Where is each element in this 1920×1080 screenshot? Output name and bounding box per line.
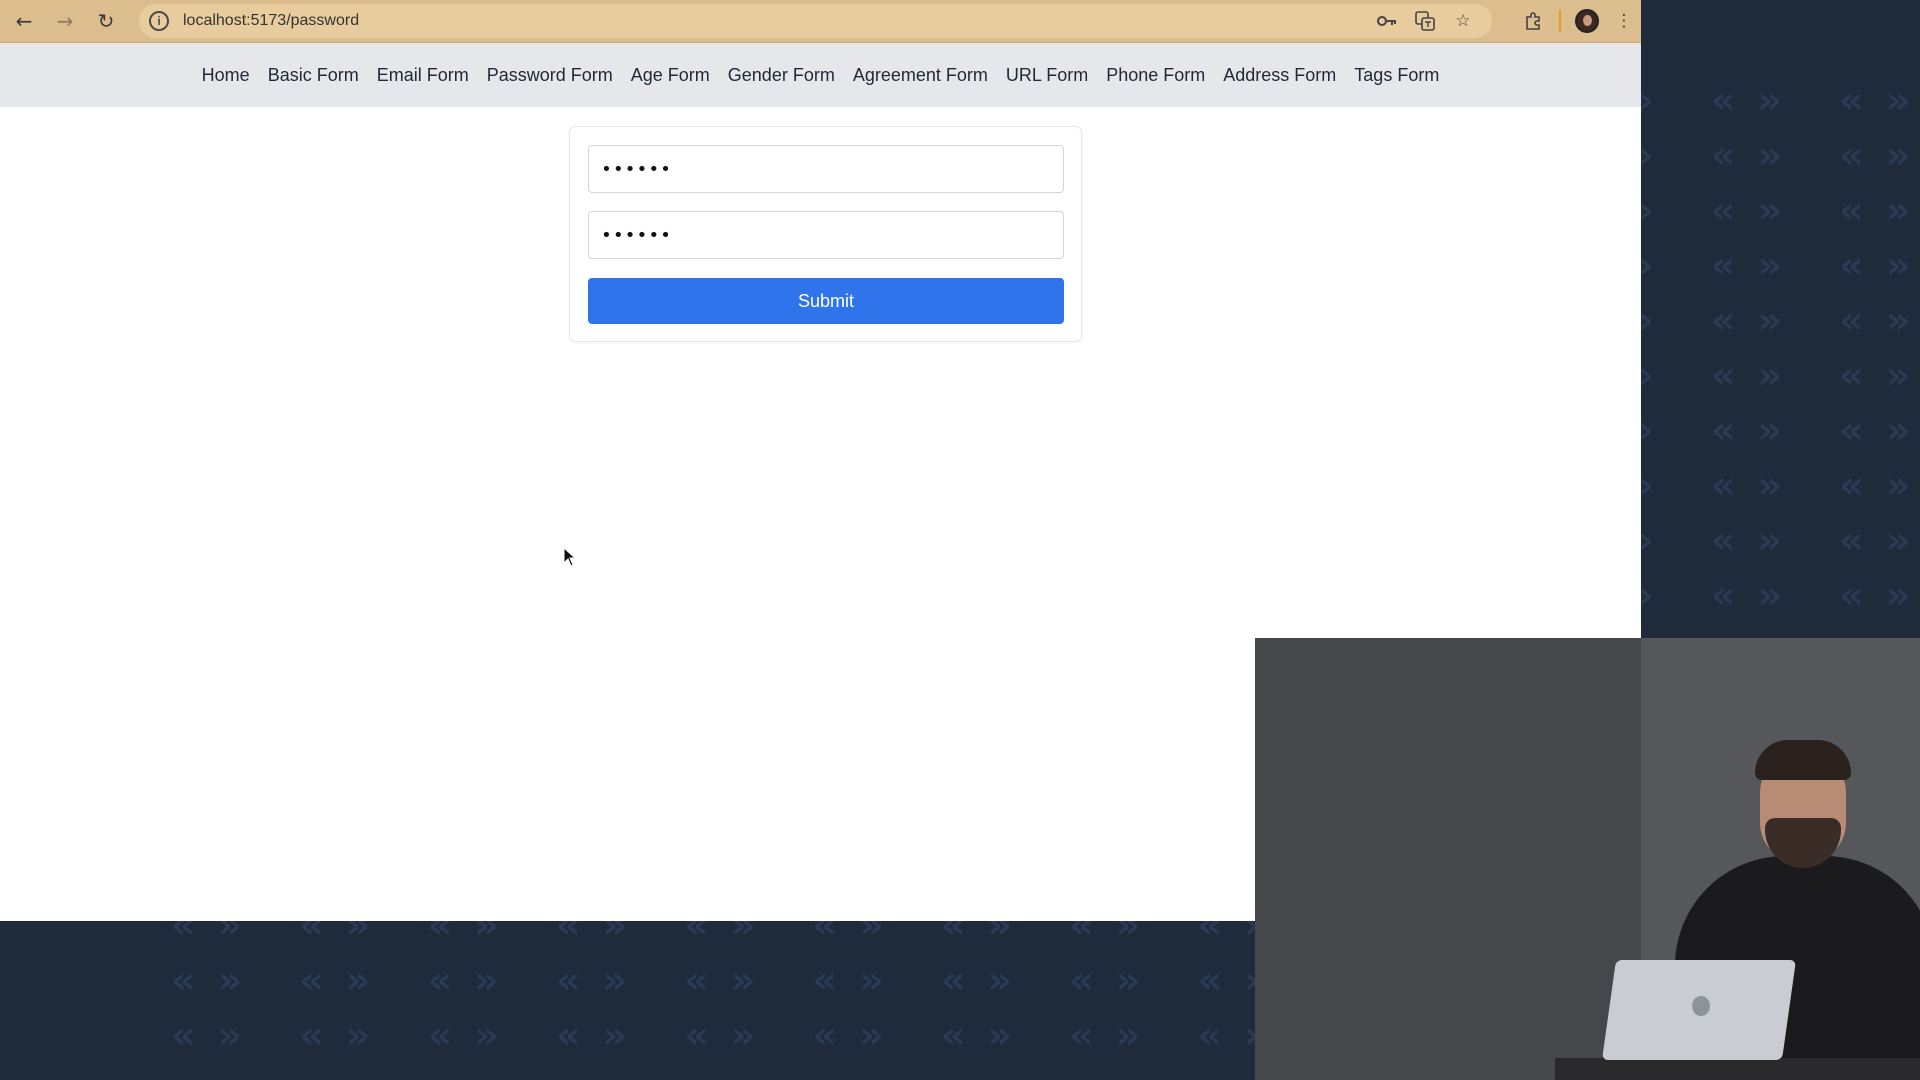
browser-toolbar: ← → ↻ i localhost:5173/password ☆ ⋮ [0, 0, 1641, 43]
extensions-icon[interactable] [1523, 10, 1545, 32]
nav-tags-form[interactable]: Tags Form [1345, 65, 1448, 86]
nav-password-form[interactable]: Password Form [478, 65, 622, 86]
nav-phone-form[interactable]: Phone Form [1097, 65, 1214, 86]
nav-address-form[interactable]: Address Form [1214, 65, 1345, 86]
address-bar[interactable]: i localhost:5173/password ☆ [139, 4, 1492, 38]
info-icon[interactable]: i [149, 11, 169, 31]
password-field[interactable] [588, 145, 1064, 193]
forward-icon[interactable]: → [49, 5, 81, 37]
submit-button[interactable]: Submit [588, 278, 1064, 324]
translate-icon[interactable] [1414, 10, 1436, 32]
star-icon[interactable]: ☆ [1452, 10, 1474, 32]
webcam-overlay [1255, 638, 1920, 1080]
laptop-logo-icon [1692, 996, 1710, 1016]
password-form-card: Submit [569, 126, 1082, 342]
nav-gender-form[interactable]: Gender Form [719, 65, 844, 86]
main-nav: Home Basic Form Email Form Password Form… [0, 43, 1641, 107]
confirm-password-field[interactable] [588, 211, 1064, 259]
url-text[interactable]: localhost:5173/password [183, 12, 359, 30]
menu-dots-icon[interactable]: ⋮ [1613, 10, 1635, 32]
nav-home[interactable]: Home [193, 65, 259, 86]
nav-email-form[interactable]: Email Form [368, 65, 478, 86]
desk [1555, 1058, 1920, 1080]
nav-url-form[interactable]: URL Form [997, 65, 1097, 86]
nav-age-form[interactable]: Age Form [622, 65, 719, 86]
toolbar-separator [1559, 10, 1561, 32]
profile-avatar[interactable] [1575, 9, 1599, 33]
reload-icon[interactable]: ↻ [90, 5, 122, 37]
key-icon[interactable] [1376, 10, 1398, 32]
back-icon[interactable]: ← [8, 5, 40, 37]
nav-agreement-form[interactable]: Agreement Form [844, 65, 997, 86]
nav-basic-form[interactable]: Basic Form [259, 65, 368, 86]
